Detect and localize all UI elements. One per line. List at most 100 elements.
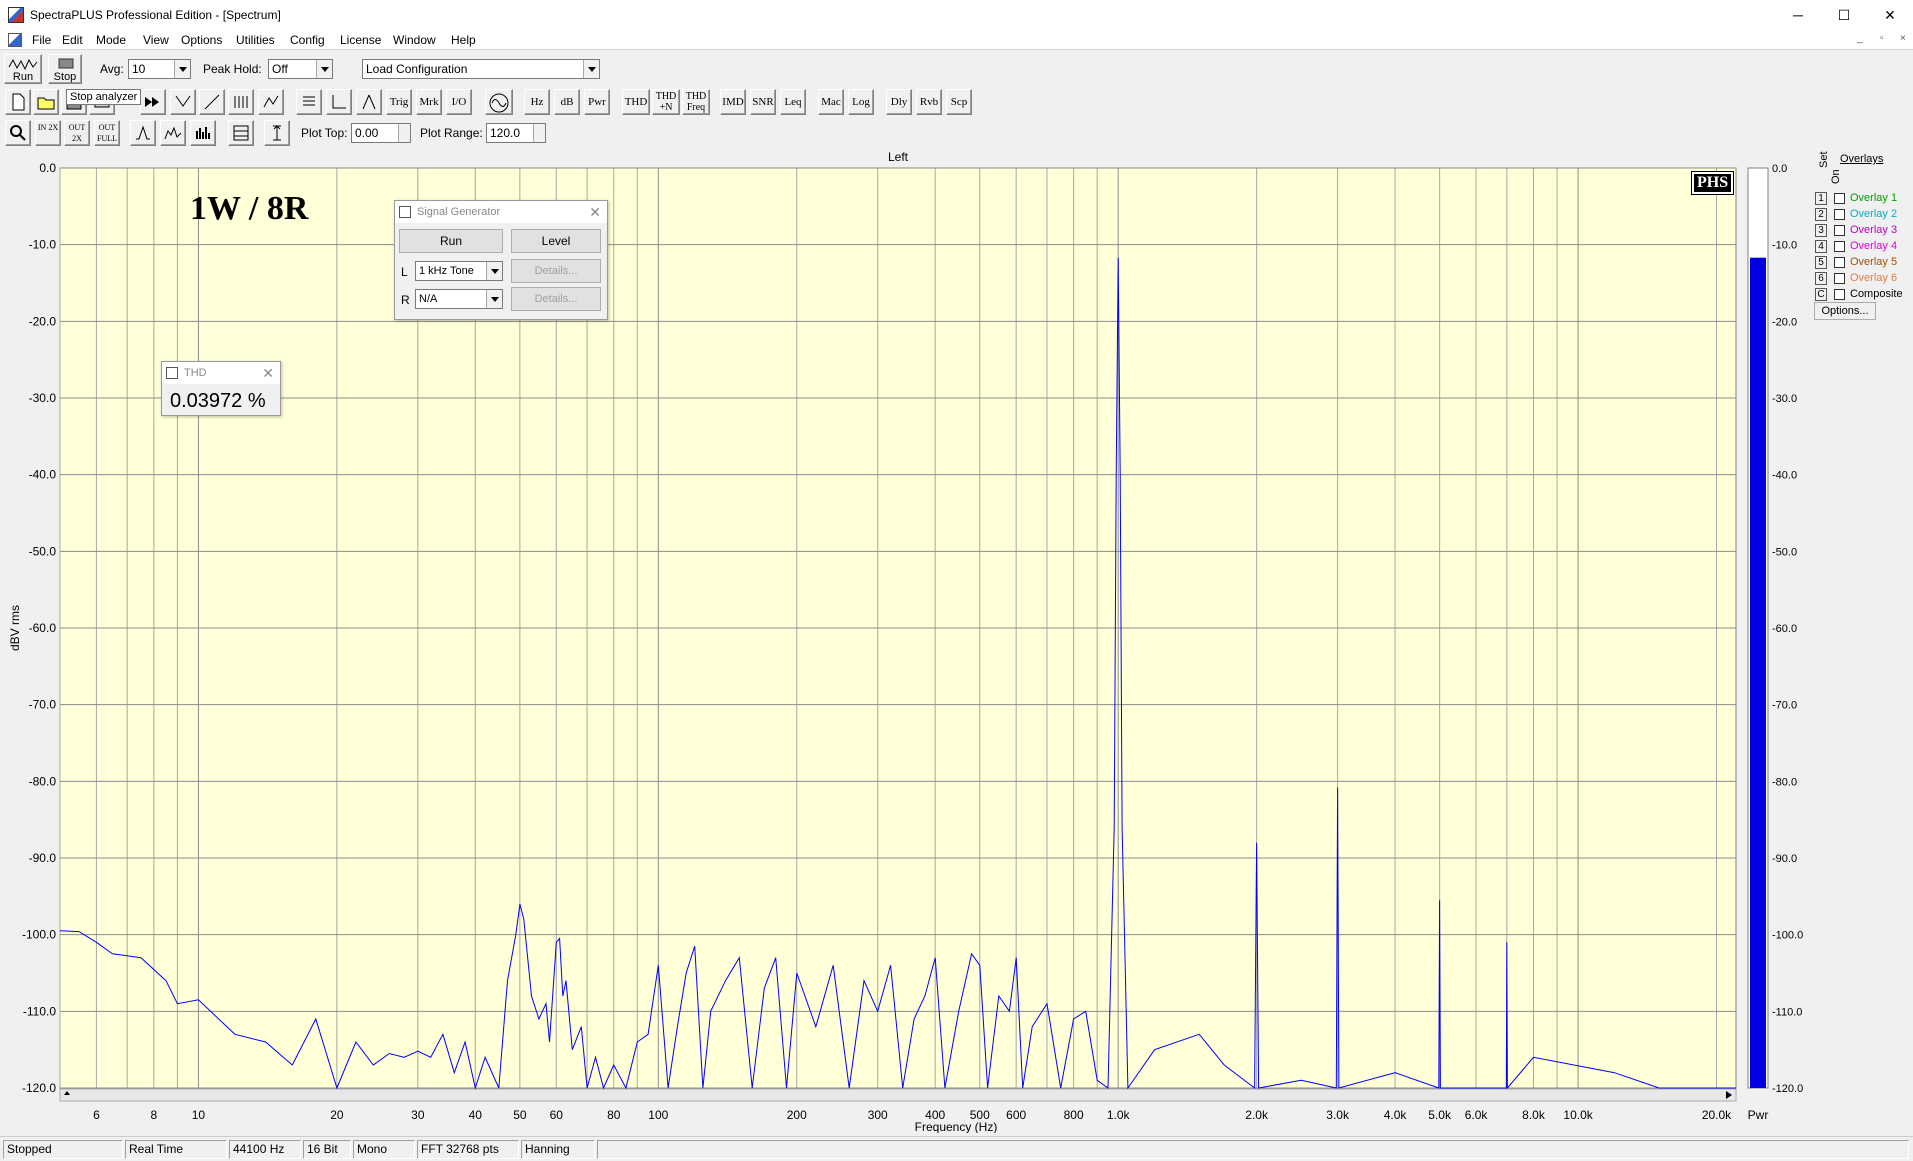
overlay-checkbox[interactable] <box>1834 289 1845 300</box>
spin-down-icon[interactable] <box>533 133 545 142</box>
menu-config[interactable]: Config <box>290 33 325 47</box>
menu-file[interactable]: File <box>32 33 51 47</box>
filter-icon <box>175 95 191 107</box>
thd-n-button[interactable]: THD +N <box>652 89 680 115</box>
x-tick-label: 80 <box>607 1108 621 1122</box>
run-button[interactable]: Run <box>4 54 42 84</box>
leq-button[interactable]: Leq <box>780 89 806 115</box>
generator-level-button[interactable]: Level <box>511 229 601 253</box>
delay-button[interactable]: Dly <box>886 89 912 115</box>
avg-label: Avg: <box>100 62 124 76</box>
overlay-set-button[interactable]: 3 <box>1815 224 1827 237</box>
thd-freq-button[interactable]: THD Freq <box>682 89 710 115</box>
meter-tick-label: -110.0 <box>1772 1006 1802 1018</box>
menu-window[interactable]: Window <box>393 33 436 47</box>
zoom-out-2x-button[interactable]: OUT 2X <box>64 120 90 146</box>
zoom-out-full-button[interactable]: OUT FULL <box>94 120 120 146</box>
filter-button[interactable] <box>170 89 196 115</box>
zoom-button[interactable] <box>5 120 31 146</box>
spectrum-chart[interactable]: 0.0 0.0 -10.0 -10.0 -20.0 -20.0 -30.0 -30.0 -40.… <box>0 148 1913 1134</box>
right-channel-select[interactable]: N/A <box>415 289 503 309</box>
list-button[interactable] <box>296 89 322 115</box>
generator-run-button[interactable]: Run <box>399 229 503 253</box>
spectrum-view-button[interactable] <box>160 120 186 146</box>
peak-hold-select[interactable]: Off <box>268 59 333 79</box>
spin-up-icon[interactable] <box>398 124 410 133</box>
sweep-button[interactable] <box>199 89 225 115</box>
overlay-checkbox[interactable] <box>1834 273 1845 284</box>
overlay-checkbox[interactable] <box>1834 257 1845 268</box>
plot-top-label: Plot Top: <box>301 126 348 140</box>
left-details-button[interactable]: Details... <box>511 259 601 283</box>
minimize-button[interactable]: ─ <box>1775 0 1821 30</box>
autoscale-button[interactable] <box>264 120 290 146</box>
zoom-in-2x-button[interactable]: IN 2X <box>35 120 61 146</box>
overlay-checkbox[interactable] <box>1834 241 1845 252</box>
maximize-button[interactable]: ☐ <box>1821 0 1867 30</box>
close-icon[interactable]: ✕ <box>589 201 601 223</box>
trigger-button[interactable]: Trig <box>386 89 412 115</box>
grid-button[interactable] <box>228 120 254 146</box>
fast-forward-button[interactable] <box>140 89 166 115</box>
overlay-set-button[interactable]: 1 <box>1815 192 1827 205</box>
sweep-icon <box>204 94 220 110</box>
open-file-button[interactable] <box>33 89 59 115</box>
mdi-close-button[interactable]: × <box>1900 33 1906 44</box>
stop-button[interactable]: Stop <box>48 54 82 84</box>
overlay-options-button[interactable]: Options... <box>1814 302 1876 320</box>
new-file-button[interactable] <box>5 89 31 115</box>
overlay-checkbox[interactable] <box>1834 209 1845 220</box>
scope-button[interactable]: Scp <box>946 89 972 115</box>
overlay-checkbox[interactable] <box>1834 225 1845 236</box>
overlay-set-button[interactable]: 2 <box>1815 208 1827 221</box>
compass-button[interactable] <box>356 89 382 115</box>
thd-titlebar[interactable]: THD ✕ <box>162 362 280 384</box>
menu-utilities[interactable]: Utilities <box>236 33 275 47</box>
document-icon[interactable] <box>8 33 22 47</box>
signal-generator-button[interactable] <box>485 89 513 115</box>
plot-range-input[interactable]: 120.0 <box>486 123 546 143</box>
plot-top-input[interactable]: 0.00 <box>351 123 411 143</box>
pwr-button[interactable]: Pwr <box>584 89 610 115</box>
menu-edit[interactable]: Edit <box>62 33 83 47</box>
stop-icon <box>58 58 74 69</box>
marker-button[interactable]: Mrk <box>416 89 442 115</box>
menu-license[interactable]: License <box>340 33 381 47</box>
axis-button[interactable] <box>326 89 352 115</box>
reverb-button[interactable]: Rvb <box>916 89 942 115</box>
spectrogram-button[interactable] <box>258 89 284 115</box>
avg-select[interactable]: 10 <box>128 59 191 79</box>
mac-button[interactable]: Mac <box>818 89 844 115</box>
close-button[interactable]: ✕ <box>1867 0 1913 30</box>
imd-button[interactable]: IMD <box>720 89 746 115</box>
close-icon[interactable]: ✕ <box>262 362 274 384</box>
overlay-checkbox[interactable] <box>1834 193 1845 204</box>
db-button[interactable]: dB <box>554 89 580 115</box>
menu-view[interactable]: View <box>143 33 169 47</box>
peak-view-button[interactable] <box>130 120 156 146</box>
right-details-button[interactable]: Details... <box>511 287 601 311</box>
menu-mode[interactable]: Mode <box>96 33 126 47</box>
mdi-restore-button[interactable]: ▫ <box>1880 33 1884 44</box>
configuration-select[interactable]: Load Configuration <box>362 59 600 79</box>
waterfall-button[interactable] <box>228 89 254 115</box>
overlay-set-button[interactable]: 4 <box>1815 240 1827 253</box>
left-channel-select[interactable]: 1 kHz Tone <box>415 261 503 281</box>
signal-generator-titlebar[interactable]: Signal Generator ✕ <box>395 201 607 223</box>
snr-button[interactable]: SNR <box>750 89 776 115</box>
menu-options[interactable]: Options <box>181 33 222 47</box>
overlay-set-button[interactable]: 6 <box>1815 272 1827 285</box>
thd-button[interactable]: THD <box>622 89 650 115</box>
menu-help[interactable]: Help <box>451 33 476 47</box>
mdi-minimize-button[interactable]: _ <box>1857 33 1863 44</box>
spin-up-icon[interactable] <box>533 124 545 133</box>
io-button[interactable]: I/O <box>446 89 472 115</box>
bars-view-button[interactable] <box>190 120 216 146</box>
spin-down-icon[interactable] <box>398 133 410 142</box>
hz-button[interactable]: Hz <box>524 89 550 115</box>
overlay-set-button[interactable]: C <box>1815 288 1827 301</box>
tooltip: Stop analyzer <box>66 89 142 105</box>
log-button[interactable]: Log <box>848 89 874 115</box>
run-button-label: Run <box>12 71 34 83</box>
overlay-set-button[interactable]: 5 <box>1815 256 1827 269</box>
